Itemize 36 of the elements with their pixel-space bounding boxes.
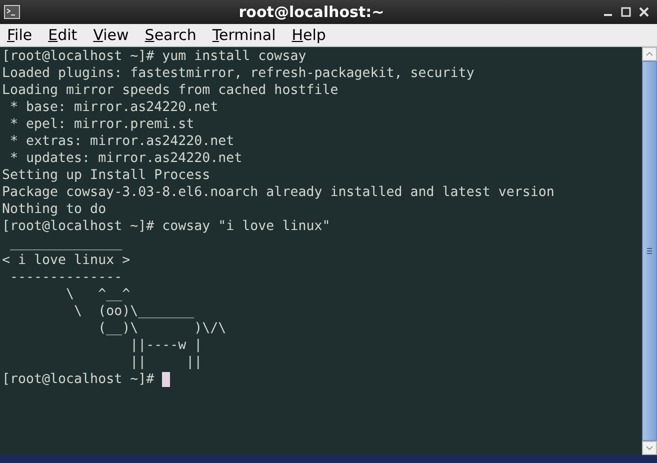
terminal-prompt: [root@localhost ~]# [2, 371, 156, 388]
terminal-line: Nothing to do [2, 201, 108, 218]
menu-item[interactable]: File [7, 24, 32, 46]
terminal-line: || || [129, 354, 204, 371]
terminal-line: * base: mirror.as24220.net [9, 99, 220, 116]
scroll-down-button[interactable] [642, 441, 657, 455]
terminal-line: [root@localhost ~]# yum install cowsay [2, 48, 308, 65]
menu-item[interactable]: Edit [48, 24, 78, 46]
maximize-icon[interactable] [621, 7, 631, 17]
chevron-up-icon [646, 52, 653, 56]
terminal-line: [root@localhost ~]# cowsay "i love linux" [2, 218, 332, 235]
menu-item[interactable]: Search [144, 24, 196, 46]
terminal-line: Loaded plugins: fastestmirror, refresh-packagekit, security [2, 65, 476, 82]
terminal-line: < i love linux > [2, 252, 132, 269]
close-icon[interactable] [639, 7, 649, 17]
terminal-line: (__)\ )\/\ [97, 320, 228, 337]
menu-item[interactable]: View [93, 24, 129, 46]
terminal-line: Loading mirror speeds from cached hostfile [2, 82, 340, 99]
terminal-line: * epel: mirror.premi.st [9, 116, 196, 133]
terminal-line: ______________ [9, 235, 124, 252]
scroll-up-button[interactable] [642, 47, 657, 61]
terminal-line: \ (oo)\_______ [73, 303, 196, 320]
terminal-line: -------------- [9, 269, 124, 286]
terminal-line: * updates: mirror.as24220.net [9, 150, 244, 167]
terminal-icon [4, 5, 20, 19]
window-title: root@localhost:~ [238, 2, 384, 23]
terminal-line: \ ^__^ [65, 286, 132, 303]
grip-icon [647, 248, 652, 254]
terminal-line: Package cowsay-3.03-8.el6.noarch already installed and latest version [2, 184, 556, 201]
terminal-line: ||----w | [129, 337, 204, 354]
chevron-down-icon [646, 446, 653, 450]
terminal-line: * extras: mirror.as24220.net [9, 133, 236, 150]
terminal-line: Setting up Install Process [2, 167, 212, 184]
text-cursor [162, 372, 170, 387]
menu-item[interactable]: Help [292, 24, 326, 46]
menu-item[interactable]: Terminal [212, 24, 276, 46]
